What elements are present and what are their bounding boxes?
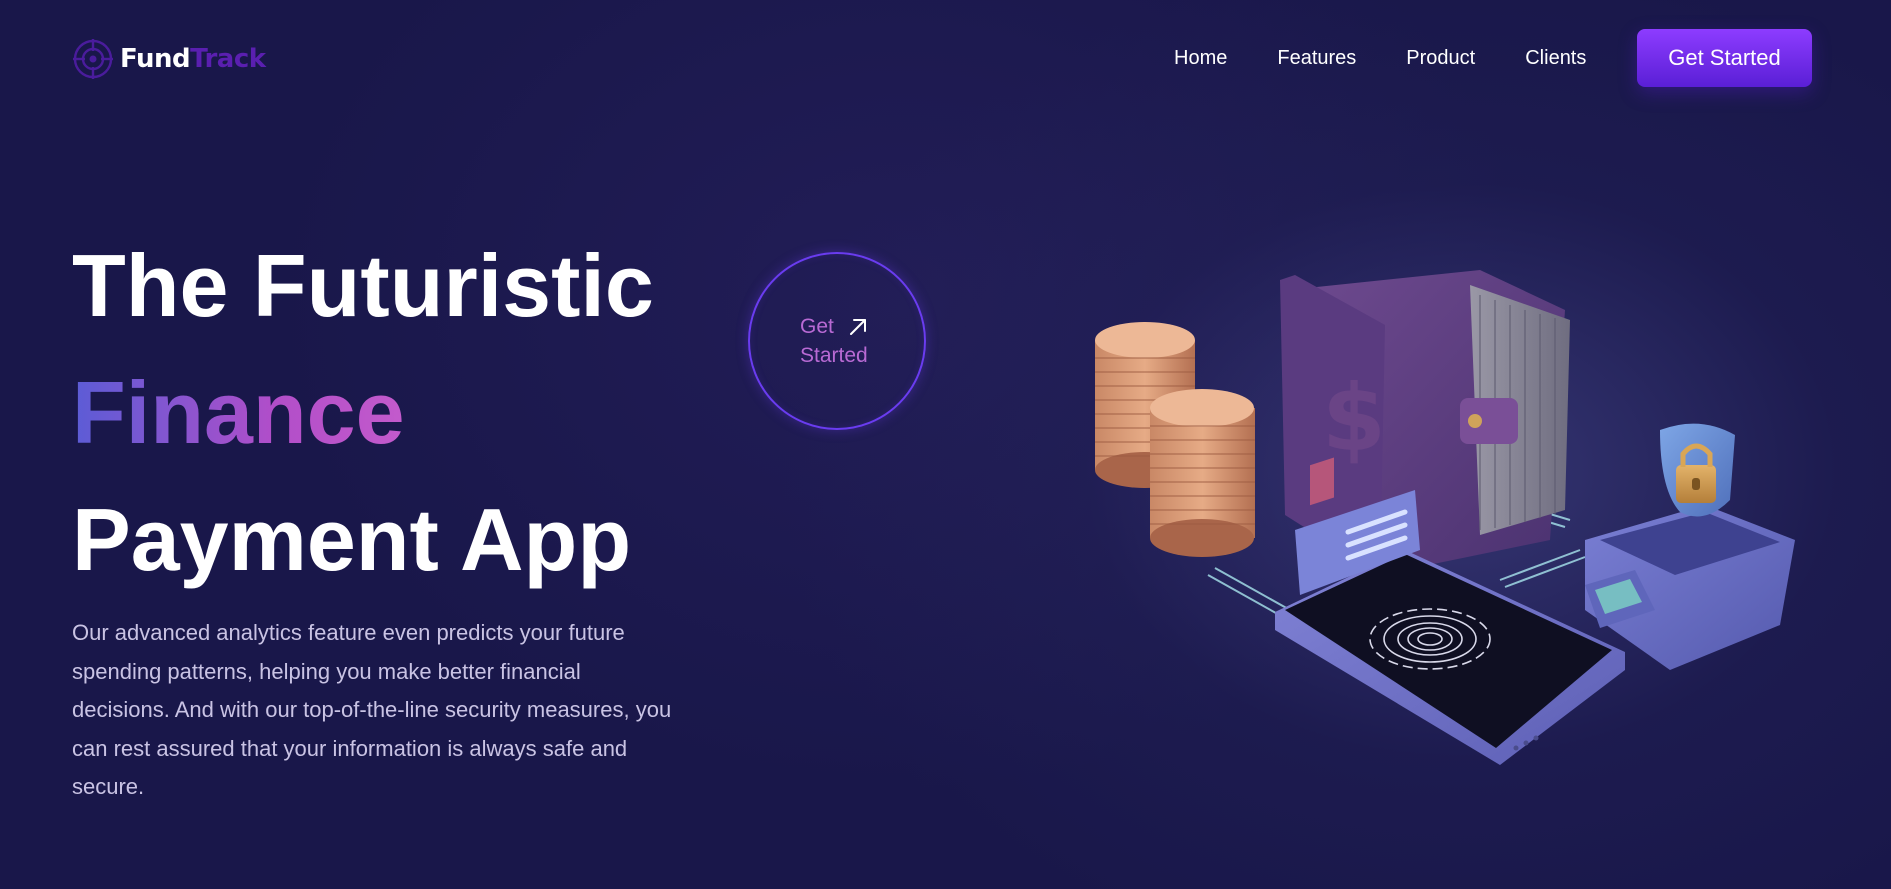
brand-name-track: Track xyxy=(190,44,266,74)
arrow-up-right-icon xyxy=(850,319,866,335)
shield-lock-icon xyxy=(1585,423,1795,670)
get-started-button[interactable]: Get Started xyxy=(1637,29,1812,87)
hero-description: Our advanced analytics feature even pred… xyxy=(72,620,672,799)
nav-link-home[interactable]: Home xyxy=(1174,46,1227,70)
hero-title-line-3: Payment App xyxy=(72,490,632,589)
dollar-sign-icon: $ xyxy=(1322,365,1386,472)
hero-title-line-2: Finance xyxy=(72,349,654,476)
nav-link-product[interactable]: Product xyxy=(1406,46,1475,70)
brand-name-fund: Fund xyxy=(120,44,191,74)
brand-name: FundTrack xyxy=(120,44,266,74)
target-icon xyxy=(73,39,113,79)
nav-link-clients[interactable]: Clients xyxy=(1525,46,1586,70)
circle-get-started-button[interactable]: Get Started xyxy=(748,252,926,430)
finance-illustration: $ xyxy=(1095,270,1795,765)
hero-title-line-1: The Futuristic xyxy=(72,236,654,335)
top-nav: FundTrack Home Features Product Clients … xyxy=(0,0,1891,118)
circle-get-started-label: Get Started xyxy=(800,315,868,367)
nav-link-features[interactable]: Features xyxy=(1277,46,1356,70)
brand-logo[interactable]: FundTrack xyxy=(72,38,266,80)
hero-title: The Futuristic Finance Payment App xyxy=(72,222,654,603)
coin-stack-icon xyxy=(1095,322,1255,557)
nav-links: Home Features Product Clients xyxy=(1174,46,1636,70)
